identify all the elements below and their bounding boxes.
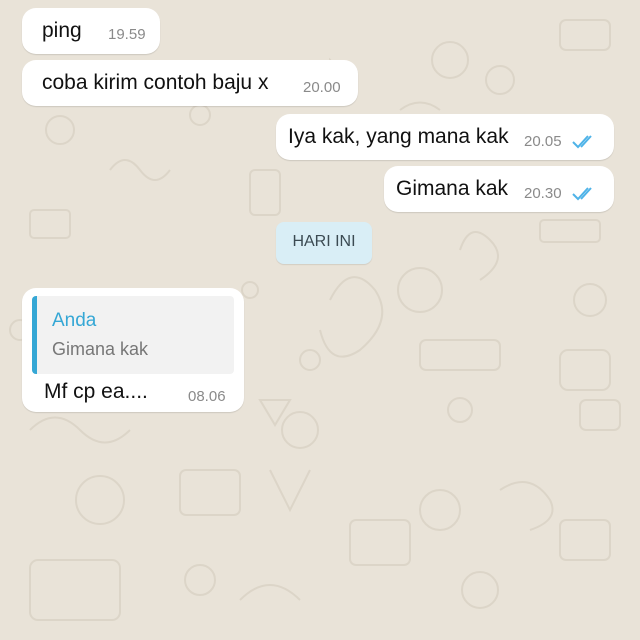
message-text: ping (42, 19, 82, 42)
message-time: 20.00 (303, 79, 341, 96)
incoming-message-bubble[interactable]: coba kirim contoh baju x 20.00 (22, 60, 358, 106)
outgoing-message-bubble[interactable]: Iya kak, yang mana kak 20.05 (276, 114, 614, 160)
message-time: 08.06 (188, 388, 226, 405)
quoted-message[interactable]: Anda Gimana kak (32, 296, 234, 374)
message-text: Gimana kak (396, 177, 509, 200)
message-text: Mf cp ea.... (44, 380, 148, 403)
double-check-read-icon (572, 135, 592, 149)
message-time: 20.05 (524, 133, 562, 150)
date-separator: HARI INI (276, 222, 372, 264)
quoted-author: Anda (52, 310, 97, 331)
message-time: 19.59 (108, 26, 146, 43)
message-text: coba kirim contoh baju x (42, 71, 269, 94)
incoming-reply-message-bubble[interactable]: Anda Gimana kak Mf cp ea.... 08.06 (22, 288, 244, 412)
quoted-text: Gimana kak (52, 339, 149, 359)
incoming-message-bubble[interactable]: ping 19.59 (22, 8, 160, 54)
quote-accent-bar (32, 296, 37, 374)
double-check-read-icon (572, 187, 592, 201)
message-time: 20.30 (524, 185, 562, 202)
outgoing-message-bubble[interactable]: Gimana kak 20.30 (384, 166, 614, 212)
date-separator-label: HARI INI (292, 233, 356, 250)
message-text: Iya kak, yang mana kak (288, 125, 509, 148)
